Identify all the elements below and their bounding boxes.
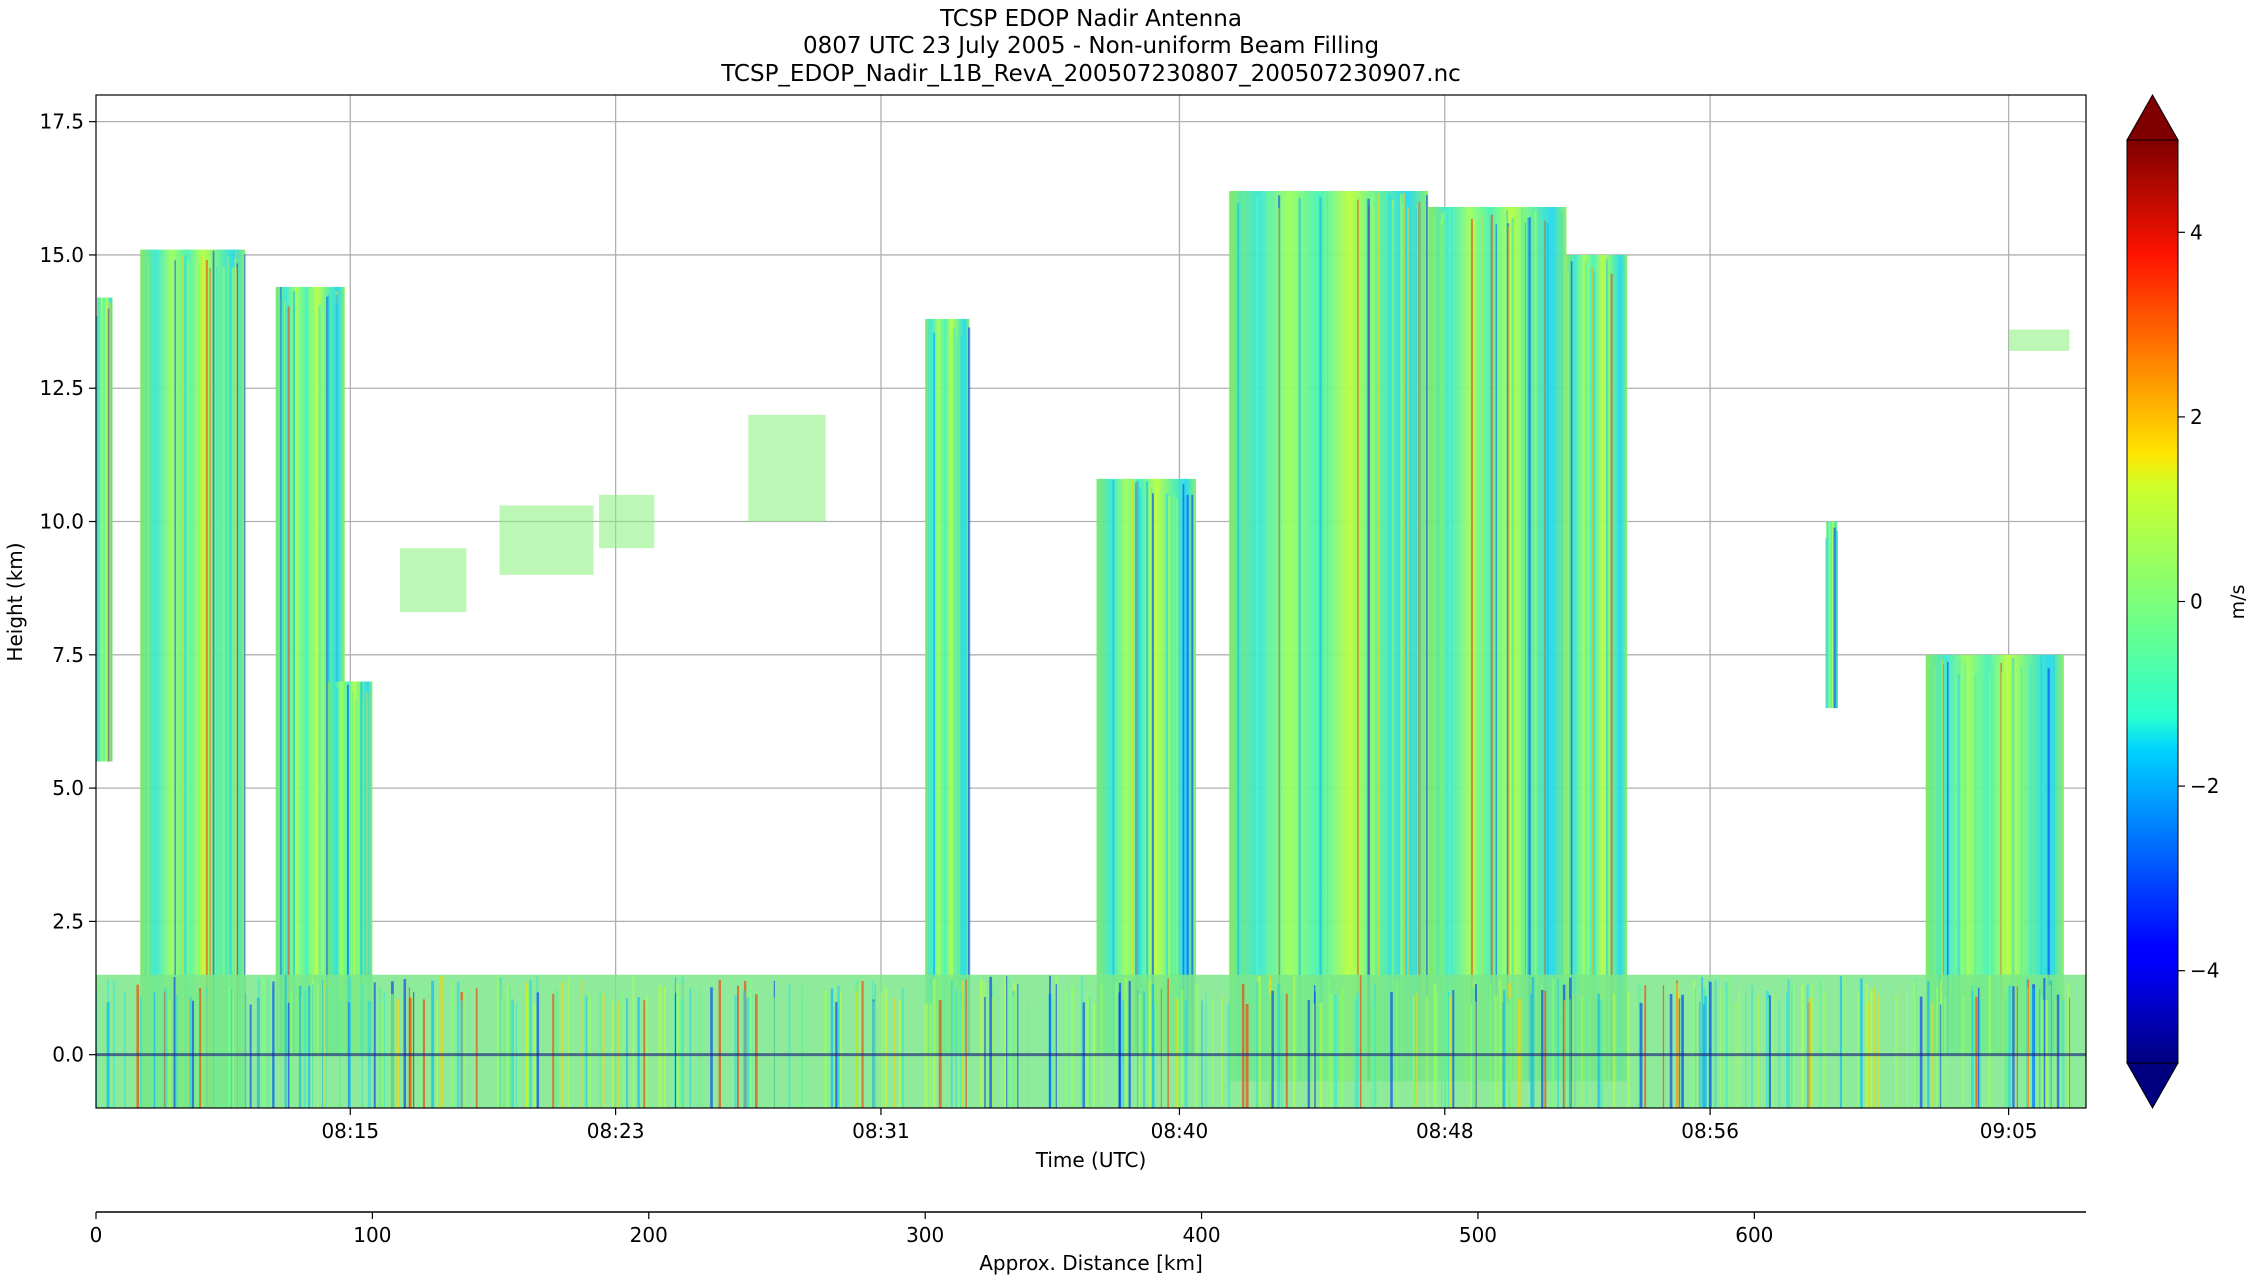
colorbar-tick-label: −4 [2190, 959, 2219, 983]
y-axis-label: Height (km) [3, 542, 27, 661]
x-tick-label: 08:15 [321, 1119, 379, 1143]
cloud-column [1566, 254, 1628, 1082]
colorbar-tick-label: 0 [2190, 590, 2203, 614]
title-line-1: TCSP EDOP Nadir Antenna [939, 6, 1242, 32]
scattered-echo [2008, 329, 2070, 351]
x-tick-label: 08:31 [852, 1119, 910, 1143]
scattered-echo [599, 494, 655, 549]
chart-svg: TCSP EDOP Nadir Antenna 0807 UTC 23 July… [3, 6, 2249, 1275]
x-axis: 08:15 08:23 08:31 08:40 08:48 08:56 09:05 [321, 1108, 2037, 1143]
colorbar-label: m/s [2227, 585, 2249, 620]
y-tick-label: 17.5 [39, 110, 84, 134]
scattered-echo [400, 548, 467, 613]
cloud-column [1229, 190, 1429, 1082]
plot-area [96, 95, 2086, 1108]
y-tick-label: 5.0 [52, 776, 84, 800]
x-tick-label: 08:23 [587, 1119, 645, 1143]
title-line-2: 0807 UTC 23 July 2005 - Non-uniform Beam… [803, 33, 1379, 59]
colorbar-tick-label: −2 [2190, 774, 2219, 798]
y-tick-label: 0.0 [52, 1043, 84, 1067]
distance-tick-label: 600 [1735, 1223, 1773, 1247]
scattered-echo [499, 505, 594, 575]
distance-tick-label: 200 [630, 1223, 668, 1247]
colorbar: −4 −2 0 2 4 m/s [2126, 93, 2249, 1110]
x-tick-label: 08:40 [1151, 1119, 1209, 1143]
distance-tick-label: 500 [1459, 1223, 1497, 1247]
y-tick-label: 2.5 [52, 909, 84, 933]
colorbar-ticks: −4 −2 0 2 4 [2178, 220, 2219, 983]
y-tick-label: 12.5 [39, 376, 84, 400]
distance-tick-label: 400 [1182, 1223, 1220, 1247]
distance-tick-label: 0 [90, 1223, 103, 1247]
y-tick-label: 15.0 [39, 243, 84, 267]
y-tick-label: 10.0 [39, 510, 84, 534]
x-axis-label: Time (UTC) [1035, 1148, 1147, 1172]
distance-tick-label: 300 [906, 1223, 944, 1247]
colorbar-tick-label: 2 [2190, 405, 2203, 429]
colorbar-tick-label: 4 [2190, 220, 2203, 244]
x-tick-label: 09:05 [1980, 1119, 2038, 1143]
distance-tick-label: 100 [353, 1223, 391, 1247]
scattered-echo [748, 414, 826, 522]
colorbar-body [2126, 139, 2179, 1064]
x-tick-label: 08:48 [1416, 1119, 1474, 1143]
distance-axis: 0 100 200 300 400 500 600 [90, 1212, 1773, 1247]
colorbar-extend-bottom [2126, 1062, 2179, 1110]
title-line-3: TCSP_EDOP_Nadir_L1B_RevA_200507230807_20… [720, 61, 1461, 87]
colorbar-extend-top [2126, 93, 2179, 141]
y-axis: 0.0 2.5 5.0 7.5 10.0 12.5 15.0 17.5 [39, 110, 96, 1067]
cloud-column [925, 318, 970, 1055]
y-tick-label: 7.5 [52, 643, 84, 667]
distance-axis-label: Approx. Distance [km] [979, 1251, 1203, 1275]
x-tick-label: 08:56 [1681, 1119, 1739, 1143]
